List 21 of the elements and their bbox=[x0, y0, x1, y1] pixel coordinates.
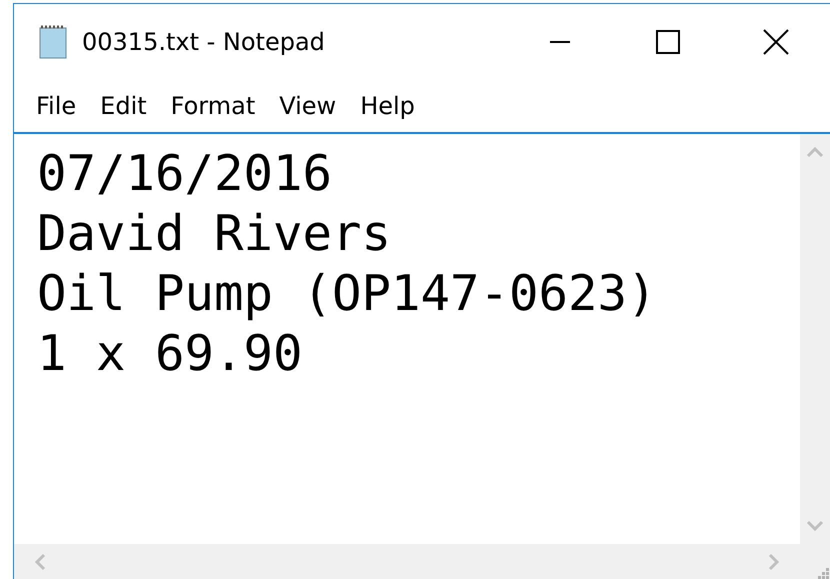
menu-item[interactable]: Help bbox=[348, 92, 427, 120]
resize-grip-icon[interactable] bbox=[816, 566, 830, 579]
text-line: Oil Pump (OP147-0623) bbox=[37, 264, 657, 324]
minimize-icon bbox=[549, 41, 571, 43]
window-title: 00315.txt - Notepad bbox=[82, 28, 325, 56]
text-line: David Rivers bbox=[37, 204, 392, 264]
maximize-icon bbox=[656, 30, 680, 54]
scroll-down-icon[interactable] bbox=[806, 520, 824, 532]
text-line: 1 x 69.90 bbox=[37, 324, 303, 384]
scroll-left-icon[interactable] bbox=[34, 553, 46, 571]
menu-item[interactable]: Edit bbox=[88, 92, 159, 120]
close-icon bbox=[763, 29, 789, 55]
menu-item[interactable]: View bbox=[267, 92, 348, 120]
text-line: 07/16/2016 bbox=[37, 144, 332, 204]
menu-item[interactable]: File bbox=[24, 92, 88, 120]
menu-item[interactable]: Format bbox=[158, 92, 268, 120]
horizontal-scrollbar[interactable] bbox=[14, 544, 800, 579]
scroll-up-icon[interactable] bbox=[806, 146, 824, 158]
vertical-scrollbar[interactable] bbox=[800, 134, 830, 544]
scroll-right-icon[interactable] bbox=[768, 553, 780, 571]
text-area[interactable]: 07/16/2016 David Rivers Oil Pump (OP147-0623) 1 x 69.90 bbox=[14, 134, 800, 544]
